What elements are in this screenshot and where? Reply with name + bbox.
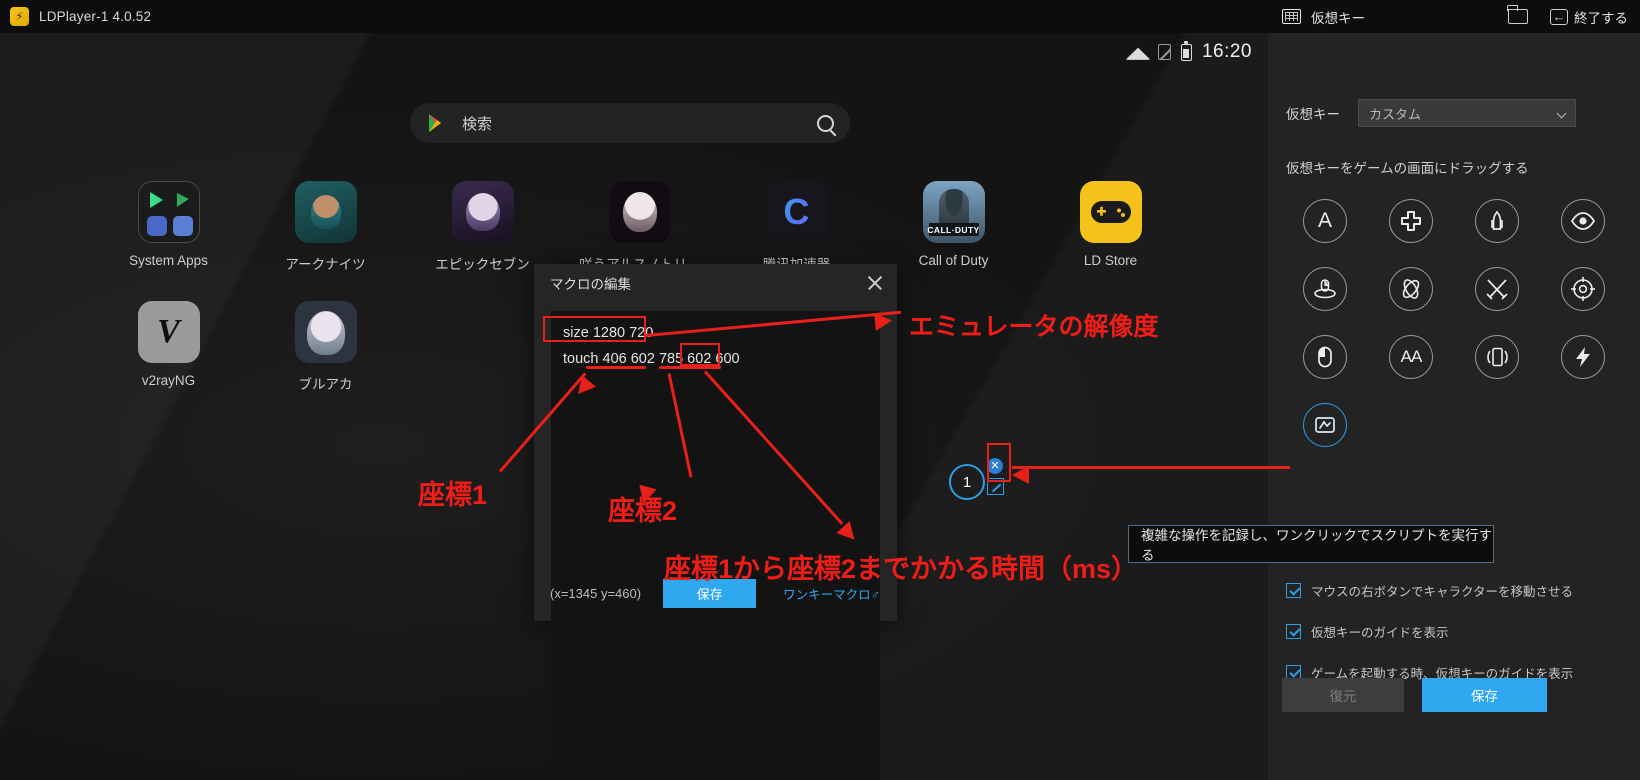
virtual-key-select-row: 仮想キー カスタム [1286,99,1640,127]
status-clock: 16:20 [1201,41,1252,62]
system-apps-icon [137,181,200,243]
virtual-key-selected-value: カスタム [1369,106,1422,122]
mouse-button-icon[interactable] [1303,335,1347,379]
exit-label: 終了する [1574,10,1628,26]
view-rotate-icon[interactable] [1389,267,1433,311]
lightning-icon[interactable] [1561,335,1605,379]
app-label: v2rayNG [141,373,196,388]
checkbox-label: 仮想キーのガイドを表示 [1311,626,1449,640]
app-label: Call of Duty [918,253,989,268]
virtual-key-icon-grid: A AA [1282,199,1626,447]
restore-button[interactable]: 復元 [1282,678,1404,712]
checkbox-show-guide[interactable]: 仮想キーのガイドを表示 [1286,622,1573,641]
app-item[interactable]: System Apps [90,181,247,273]
app-item[interactable]: 咲うアルスノトリ。 [561,181,718,273]
checkbox-label: マウスの右ボタンでキャラクターを移動させる [1311,585,1574,599]
annotation-box-size [543,316,646,342]
app-label: System Apps [129,253,208,268]
panel-save-button[interactable]: 保存 [1422,678,1547,712]
app-item[interactable]: v2rayNG [90,301,247,393]
sim-off-icon [1157,44,1171,60]
title-bar-right: 仮想キー 終了する [1270,0,1640,33]
app-label: ブルアカ [298,377,353,392]
epic-seven-icon [451,181,514,243]
annotation-underline-coord1 [586,366,646,369]
mouse-rotate-icon[interactable] [1303,267,1347,311]
eye-icon[interactable] [1561,199,1605,243]
annotation-line-macro-icon [1012,466,1290,469]
annotation-text-coord2: 座標2 [608,496,678,526]
warusunotoria-icon [608,181,671,243]
aim-target-icon[interactable] [1561,267,1605,311]
google-play-icon [426,112,448,134]
dialog-header: マクロの編集 [534,264,897,301]
annotation-underline-coord2 [659,366,721,369]
one-key-macro-link[interactable]: ワンキーマクロ♂ [783,584,880,603]
virtual-key-panel: 仮想キー カスタム 仮想キーをゲームの画面にドラッグする A AA 複雑な操作を… [1128,33,1640,780]
close-icon[interactable] [865,273,885,293]
cross-pad-icon[interactable] [1389,199,1433,243]
google-search-bar[interactable]: 検索 [410,103,850,143]
chevron-down-icon [1556,108,1567,119]
keyboard-icon [1282,9,1301,24]
annotation-text-resolution: エミュレータの解像度 [909,313,1159,341]
text-aa-icon[interactable]: AA [1389,335,1433,379]
app-item[interactable]: エピックセブン [404,181,561,273]
folder-icon[interactable] [1507,5,1528,24]
macro-script-icon[interactable] [1303,403,1347,447]
checkbox-icon [1286,624,1301,639]
cursor-coordinate-readout: (x=1345 y=460) [550,585,642,601]
title-bar-left: LDPlayer-1 4.0.52 [0,7,1270,26]
app-title: LDPlayer-1 4.0.52 [39,9,152,24]
ldplayer-logo-icon [10,7,29,26]
virtual-key-select[interactable]: カスタム [1358,99,1576,127]
dialog-title: マクロの編集 [550,276,631,292]
annotation-arrow-resolution [874,311,893,331]
panel-button-row: 復元 保存 [1282,678,1547,712]
annotation-box-edit-icon [987,443,1011,482]
call-of-duty-icon: CALL·DUTY [922,181,985,243]
ld-store-icon [1079,181,1142,243]
annotation-arrow-macro-icon [1012,466,1029,484]
key-a-icon[interactable]: A [1303,199,1347,243]
annotation-text-coord1: 座標1 [418,480,488,510]
exit-button[interactable]: 終了する [1550,7,1628,27]
android-status-bar: 16:20 [1128,40,1252,63]
macro-badge-number: 1 [949,464,985,500]
virtual-key-label: 仮想キー [1286,107,1340,122]
ldplayer-window: LDPlayer-1 4.0.52 仮想キー 終了する 16:20 [0,0,1640,780]
v2rayng-icon [137,301,200,363]
drag-hint-text: 仮想キーをゲームの画面にドラッグする [1286,161,1529,176]
wifi-icon [1128,45,1148,59]
annotation-box-duration [680,343,720,366]
app-row-1: System Apps アークナイツ エピックセブン 咲うアルスノトリ。 腾讯加… [90,181,1200,273]
battery-icon [1180,40,1192,61]
checkbox-icon [1286,583,1301,598]
app-item[interactable]: 腾讯加速器 [718,181,875,273]
bullet-icon[interactable] [1475,199,1519,243]
app-label: アークナイツ [285,257,366,272]
crossed-swords-icon[interactable] [1475,267,1519,311]
app-item[interactable]: CALL·DUTY Call of Duty [875,181,1032,273]
app-item[interactable]: アークナイツ [247,181,404,273]
device-rotate-icon[interactable] [1475,335,1519,379]
app-item[interactable]: ブルアカ [247,301,404,393]
macro-tooltip: 複雑な操作を記録し、ワンクリックでスクリプトを実行する [1128,525,1494,563]
tencent-accelerator-icon [765,181,828,243]
search-placeholder: 検索 [462,115,493,133]
annotation-text-duration: 座標1から座標2までかかる時間（ms） [664,554,1139,584]
panel-title: 仮想キー [1311,10,1365,26]
app-item[interactable]: LD Store [1032,181,1189,273]
app-label: LD Store [1083,253,1138,268]
arknights-icon [294,181,357,243]
blue-archive-icon [294,301,357,363]
search-icon[interactable] [817,114,834,132]
exit-arrow-icon [1550,7,1568,27]
checkbox-right-click-move[interactable]: マウスの右ボタンでキャラクターを移動させる [1286,581,1573,600]
